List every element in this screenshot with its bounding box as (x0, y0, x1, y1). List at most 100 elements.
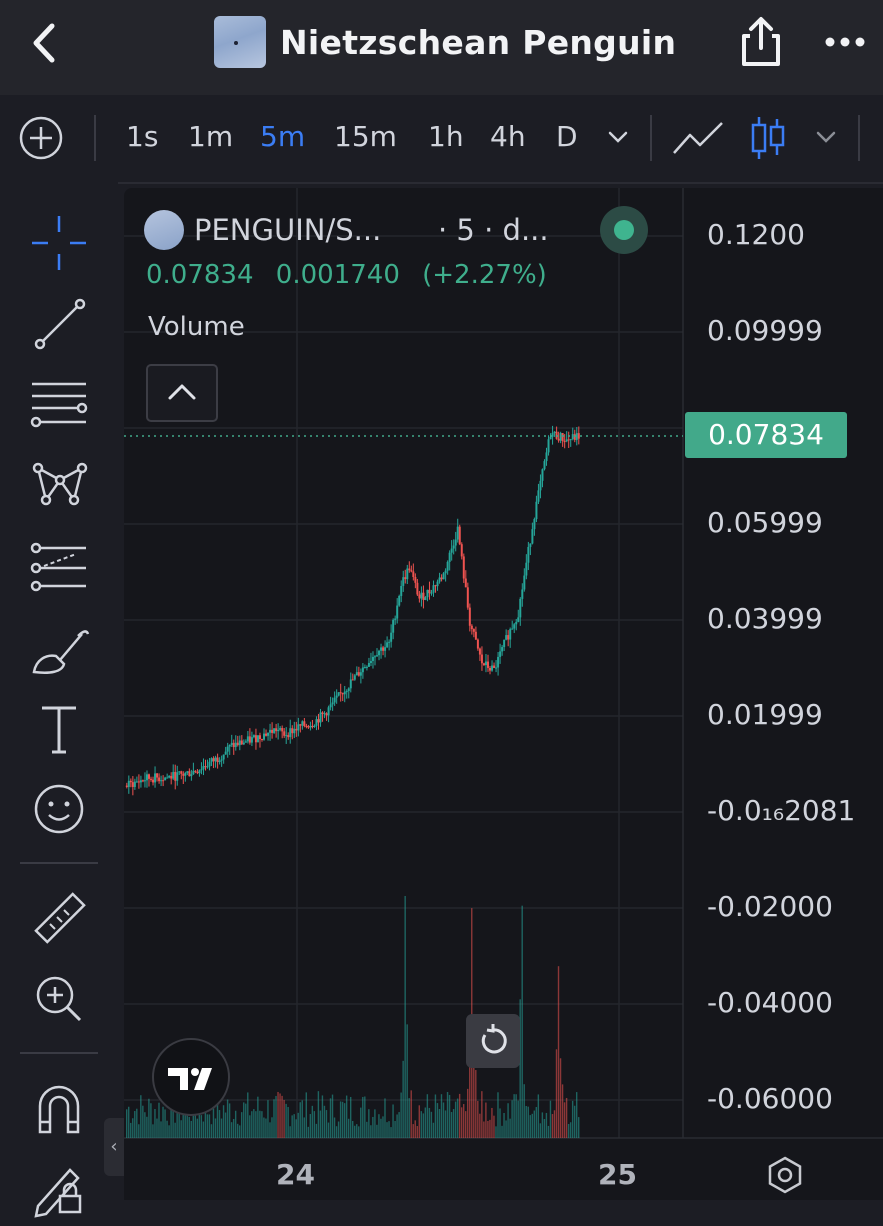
volume-bar (188, 1116, 190, 1138)
volume-bar (555, 1049, 558, 1138)
measure-tool[interactable] (24, 884, 94, 954)
emoji-tool[interactable] (24, 774, 94, 844)
volume-bar (416, 1126, 418, 1138)
interval-1h[interactable]: 1h (428, 117, 464, 157)
candle-body (170, 775, 173, 779)
magnet-tool[interactable] (24, 1074, 94, 1144)
volume-bar (366, 1121, 368, 1138)
brush-tool[interactable] (24, 614, 94, 684)
zoom-tool[interactable] (24, 964, 94, 1034)
interval-5m[interactable]: 5m (260, 117, 305, 157)
volume-bar (523, 1084, 525, 1138)
more-button[interactable] (820, 24, 870, 60)
volume-bar (174, 1122, 176, 1138)
chevron-left-icon (33, 23, 55, 63)
collapse-legend-button[interactable] (146, 364, 218, 422)
interval-15m[interactable]: 15m (334, 117, 397, 157)
add-indicator-button[interactable] (18, 115, 64, 161)
share-button[interactable] (736, 14, 786, 70)
chart-style-dropdown[interactable] (812, 125, 840, 153)
volume-bar (428, 1107, 431, 1138)
interval-1s[interactable]: 1s (126, 117, 158, 157)
candle-body (218, 760, 221, 763)
back-button[interactable] (18, 18, 74, 68)
candle-body (194, 770, 197, 772)
tradingview-logo[interactable] (152, 1038, 230, 1116)
volume-bar (349, 1096, 352, 1138)
volume-bar (452, 1109, 455, 1138)
candle-body (267, 732, 270, 736)
symbol-legend[interactable]: PENGUIN/S... · 5 · d... (144, 208, 549, 252)
candle-body (539, 480, 542, 491)
lock-drawing-tool[interactable] (24, 1152, 94, 1222)
market-status-indicator[interactable] (600, 206, 648, 254)
volume-bar (325, 1110, 328, 1138)
volume-legend[interactable]: Volume (148, 312, 245, 342)
candle-body (283, 731, 286, 736)
line-chart-button[interactable] (670, 115, 726, 165)
volume-bar (354, 1125, 356, 1138)
volume-bar (499, 1108, 501, 1138)
candle-body (152, 779, 155, 783)
candle-body (301, 721, 304, 726)
fib-retracement-tool[interactable] (24, 370, 94, 440)
toolbar-collapse-tab[interactable]: ‹ (104, 1118, 124, 1176)
prediction-tool[interactable] (24, 532, 94, 602)
interval-dropdown[interactable] (604, 125, 632, 153)
volume-bar (571, 1100, 574, 1138)
chart-pane[interactable]: PENGUIN/S... · 5 · d... 0.07834 0.001740… (124, 188, 883, 1200)
crosshair-tool[interactable] (24, 208, 94, 278)
volume-bar (436, 1103, 439, 1138)
volume-bar (414, 1120, 416, 1138)
candle-body (428, 589, 431, 594)
volume-bar (360, 1107, 362, 1138)
volume-bar (321, 1095, 324, 1138)
candle-body (139, 780, 142, 783)
candle-body (452, 545, 455, 549)
candle-body (178, 771, 181, 773)
candle-body (281, 728, 284, 732)
candle-body (436, 581, 439, 587)
change-value: 0.001740 (275, 260, 400, 290)
chart-settings-button[interactable] (764, 1154, 806, 1196)
candle-body (311, 725, 314, 727)
pattern-tool[interactable] (24, 450, 94, 520)
candle-body (575, 433, 578, 440)
volume-bar (553, 1110, 556, 1138)
candle-body (333, 697, 336, 703)
interval-1m[interactable]: 1m (188, 117, 233, 157)
volume-bar (301, 1100, 303, 1138)
title-group: Nietzschean Penguin (214, 15, 676, 69)
interval-4h[interactable]: 4h (490, 117, 526, 157)
candlestick-button[interactable] (748, 113, 788, 167)
volume-bar (356, 1124, 358, 1138)
volume-bar (549, 1100, 552, 1138)
candle-body (472, 629, 475, 632)
volume-bar (527, 1106, 529, 1138)
candle-body (248, 736, 251, 743)
volume-bar (557, 966, 560, 1138)
candle-body (166, 777, 169, 779)
trend-line-tool[interactable] (24, 288, 94, 358)
volume-bar (408, 1098, 410, 1138)
price-axis-label: 0.1200 (707, 218, 805, 251)
candle-body (176, 772, 179, 781)
volume-bar (315, 1123, 318, 1138)
interval-d[interactable]: D (556, 117, 578, 157)
volume-bar (479, 1113, 481, 1138)
candle-body (418, 594, 421, 599)
volume-bar (487, 1120, 489, 1138)
text-tool[interactable] (24, 694, 94, 764)
volume-bar (394, 1120, 396, 1138)
candle-body (202, 766, 205, 770)
volume-bar (311, 1105, 314, 1138)
candle-body (131, 782, 134, 787)
candle-body (523, 575, 526, 590)
candle-body (470, 625, 473, 630)
volume-bar (561, 1084, 564, 1138)
candle-body (254, 735, 257, 743)
candle-body (384, 647, 387, 651)
reset-chart-button[interactable] (466, 1014, 520, 1068)
volume-bar (547, 1125, 550, 1138)
candle-body (495, 667, 498, 669)
